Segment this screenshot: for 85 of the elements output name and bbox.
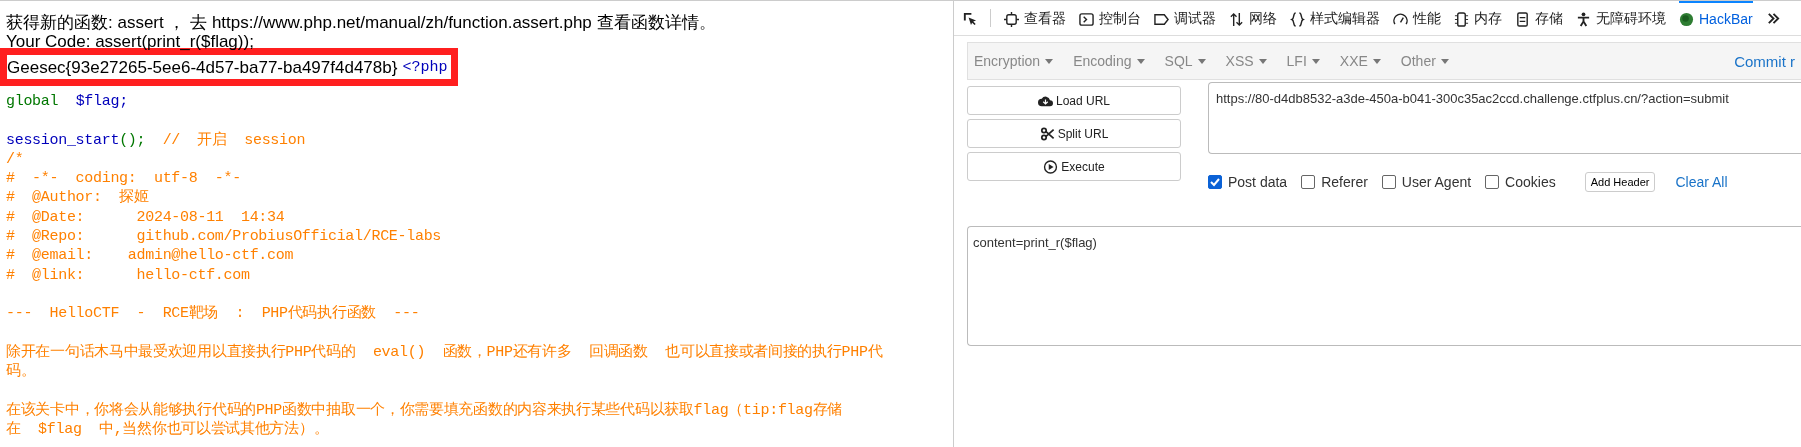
code-function: session_start: [6, 131, 120, 149]
code-comment: # -*- coding: utf-8 -*-: [6, 169, 242, 189]
menu-label: XSS: [1225, 53, 1254, 69]
braces-icon: [1290, 11, 1305, 27]
devtools-tab[interactable]: 查看器: [1004, 1, 1066, 35]
clear-all-link[interactable]: Clear All: [1675, 174, 1728, 190]
devtools-tab[interactable]: 网络: [1229, 1, 1277, 35]
checkbox[interactable]: [1485, 175, 1500, 189]
devtools-tab[interactable]: 样式编辑器: [1290, 1, 1380, 35]
action-button[interactable]: Split URL: [967, 119, 1181, 148]
commit-link[interactable]: Commit r: [1734, 52, 1795, 70]
caret-icon: [1258, 58, 1267, 64]
checkbox[interactable]: [1381, 175, 1396, 189]
arrows-icon: [1229, 11, 1244, 27]
intro-text: 获得新的函数: assert ， 去 https://www.php.net/manual/zh/function.assert.php 查看函数详情。: [6, 13, 717, 32]
storage-icon: [1515, 11, 1530, 27]
checkbox[interactable]: [1301, 175, 1316, 189]
person-icon: [1576, 11, 1591, 27]
tab-label: 性能: [1413, 10, 1441, 28]
menu-label: LFI: [1286, 53, 1307, 69]
caret-icon: [1045, 58, 1054, 64]
tab-label: 存储: [1535, 10, 1563, 28]
tab-label: 查看器: [1024, 10, 1066, 28]
tab-label: 样式编辑器: [1310, 10, 1380, 28]
code-comment: 除开在一句话木马中最受欢迎用以直接执行PHP代码的 eval() 函数，PHP还有许多 回调函数 也可以直接或者间接的执行PHP代: [6, 342, 884, 363]
checkbox[interactable]: [1208, 175, 1222, 189]
chevrons-icon[interactable]: [1765, 10, 1781, 26]
play-icon: [1043, 159, 1059, 174]
code-comment: # @Repo: github.com/ProbiusOfficial/RCE-labs: [6, 227, 443, 247]
devtools-tab[interactable]: 调试器: [1154, 1, 1216, 35]
php-tag: <?php: [402, 58, 448, 76]
code-keyword: global: [6, 93, 59, 110]
menu-label: Other: [1400, 53, 1436, 69]
checkbox-label: User Agent: [1401, 174, 1472, 190]
code-text: Your Code: assert(print_r($flag));: [6, 32, 255, 51]
picker-icon[interactable]: [962, 10, 977, 26]
inspector-icon: [1004, 11, 1019, 27]
tab-label: 无障碍环境: [1596, 10, 1666, 28]
caret-icon: [1197, 58, 1206, 64]
code-comment: # @Date: 2024-08-11 14:34: [6, 207, 286, 228]
post-data-field[interactable]: content=print_r($flag): [967, 226, 1801, 346]
tab-label: HackBar: [1699, 11, 1753, 27]
caret-icon: [1440, 58, 1449, 64]
caret-icon: [1136, 58, 1145, 64]
console-icon: [1079, 11, 1094, 27]
add-header-button[interactable]: Add Header: [1584, 172, 1656, 192]
code-comment: 码。: [6, 362, 37, 382]
label-icon: [1154, 11, 1169, 27]
checkbox-label: Post data: [1228, 174, 1288, 190]
devtools-tab[interactable]: 无障碍环境: [1576, 1, 1666, 35]
scissors-icon: [1039, 126, 1055, 141]
flag-text: Geesec{93e27265-5ee6-4d57-ba77-ba497f4d478b}: [7, 57, 398, 77]
code-comment: # @email: admin@hello-ctf.com: [6, 246, 295, 266]
caret-icon: [1311, 58, 1320, 64]
code-comment: # @link: hello-ctf.com: [6, 265, 251, 285]
devtools-tab[interactable]: 控制台: [1079, 1, 1141, 35]
tab-label: 控制台: [1099, 10, 1141, 28]
code-comment: // 开启 session: [162, 131, 306, 149]
tab-label: 内存: [1474, 10, 1502, 28]
devtools-tab[interactable]: HackBar: [1679, 1, 1753, 35]
menu-label: SQL: [1164, 53, 1193, 69]
url-field[interactable]: https://80-d4db8532-a3de-450a-b041-300c35ac2ccd.challenge.ctfplus.cn/?action=submit: [1208, 82, 1801, 154]
devtools-tab[interactable]: 性能: [1393, 1, 1441, 35]
tab-label: 调试器: [1174, 10, 1216, 28]
tab-label: 网络: [1249, 10, 1277, 28]
code-comment: --- HelloCTF - RCE靶场 : PHP代码执行函数 ---: [6, 304, 421, 324]
menu-label: XXE: [1339, 53, 1368, 69]
code-comment: /*: [6, 149, 25, 170]
menu-label: Encoding: [1073, 53, 1132, 69]
devtools-tab[interactable]: 存储: [1515, 1, 1563, 35]
code-comment: # @Author: 探姬: [6, 188, 150, 208]
action-button[interactable]: Load URL: [967, 86, 1181, 115]
checkbox-label: Cookies: [1505, 174, 1556, 190]
chip-icon: [1454, 11, 1469, 27]
action-button[interactable]: Execute: [967, 152, 1181, 181]
caret-icon: [1372, 58, 1381, 64]
globe-icon: [1679, 11, 1694, 27]
code-variable: $flag;: [75, 93, 128, 110]
code-comment: 在 $flag 中,当然你也可以尝试其他方法）。: [6, 420, 330, 440]
menu-label: Encryption: [974, 53, 1041, 69]
checkbox-label: Referer: [1321, 174, 1368, 190]
code-comment: 在该关卡中，你将会从能够执行代码的PHP函数中抽取一个，你需要填充函数的内容来执行某些代码以获取flag（tip:flag存储: [6, 400, 844, 420]
gauge-icon: [1393, 11, 1408, 27]
devtools-tab[interactable]: 内存: [1454, 1, 1502, 35]
code-punctuation: ();: [119, 131, 146, 149]
